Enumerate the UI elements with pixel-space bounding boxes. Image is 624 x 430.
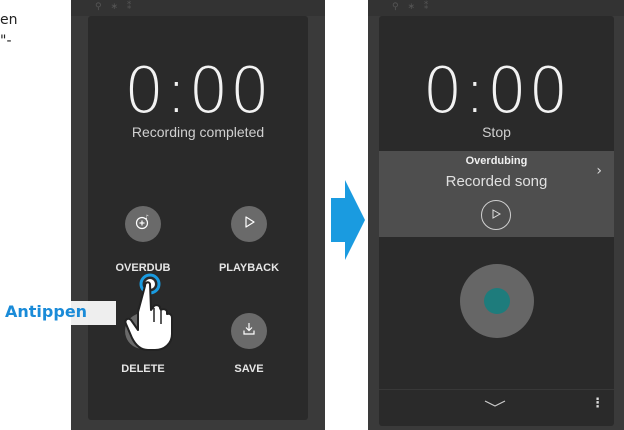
tap-hand-icon — [118, 270, 176, 352]
chevron-right-icon[interactable]: › — [596, 163, 602, 179]
status-icons: ⚲ ∗ ⁑ — [95, 2, 135, 12]
playback-label: PLAYBACK — [218, 262, 280, 274]
save-icon — [241, 321, 257, 341]
play-icon — [491, 208, 502, 222]
overdub-icon: ♪ — [134, 213, 152, 235]
save-button[interactable] — [231, 313, 267, 349]
instruction-line-2: "- — [0, 33, 12, 49]
recording-status: Stop — [482, 124, 511, 140]
play-button[interactable] — [481, 200, 511, 230]
record-icon — [484, 288, 510, 314]
playback-button[interactable] — [231, 206, 267, 242]
time-display: 0:00 — [422, 54, 571, 127]
chevron-down-icon[interactable] — [483, 394, 507, 413]
instruction-line-1: en — [0, 12, 18, 28]
recorder-panel: 0:00 Stop Overdubing Recorded song › ⋮ — [379, 16, 614, 426]
track-mode: Overdubing — [465, 155, 528, 167]
status-bar: ⚲ ∗ ⁑ — [71, 0, 325, 16]
status-bar: ⚲ ∗ ⁑ — [368, 0, 624, 16]
overdub-button[interactable]: ♪ — [125, 206, 161, 242]
tap-callout: Antippen — [0, 301, 116, 325]
record-button[interactable] — [460, 264, 534, 338]
track-card[interactable]: Overdubing Recorded song › — [379, 151, 614, 237]
time-display: 0:00 — [124, 54, 272, 127]
left-phone-screen: ⚲ ∗ ⁑ 0:00 Recording completed ♪ OVERDUB… — [71, 0, 325, 430]
right-phone-screen: ⚲ ∗ ⁑ 0:00 Stop Overdubing Recorded song… — [368, 0, 624, 430]
play-icon — [242, 215, 256, 233]
recording-status: Recording completed — [131, 124, 265, 140]
more-menu-icon[interactable]: ⋮ — [591, 396, 604, 411]
recorder-panel: 0:00 Recording completed ♪ OVERDUB PLAYB… — [88, 16, 308, 420]
transition-arrow-icon — [331, 180, 365, 260]
track-name: Recorded song — [445, 173, 548, 190]
delete-label: DELETE — [121, 363, 165, 375]
bottom-bar: ⋮ — [379, 389, 614, 426]
status-icons: ⚲ ∗ ⁑ — [392, 2, 432, 12]
tap-callout-text: Antippen — [5, 302, 88, 321]
svg-text:♪: ♪ — [145, 214, 149, 221]
save-label: SAVE — [234, 363, 264, 375]
